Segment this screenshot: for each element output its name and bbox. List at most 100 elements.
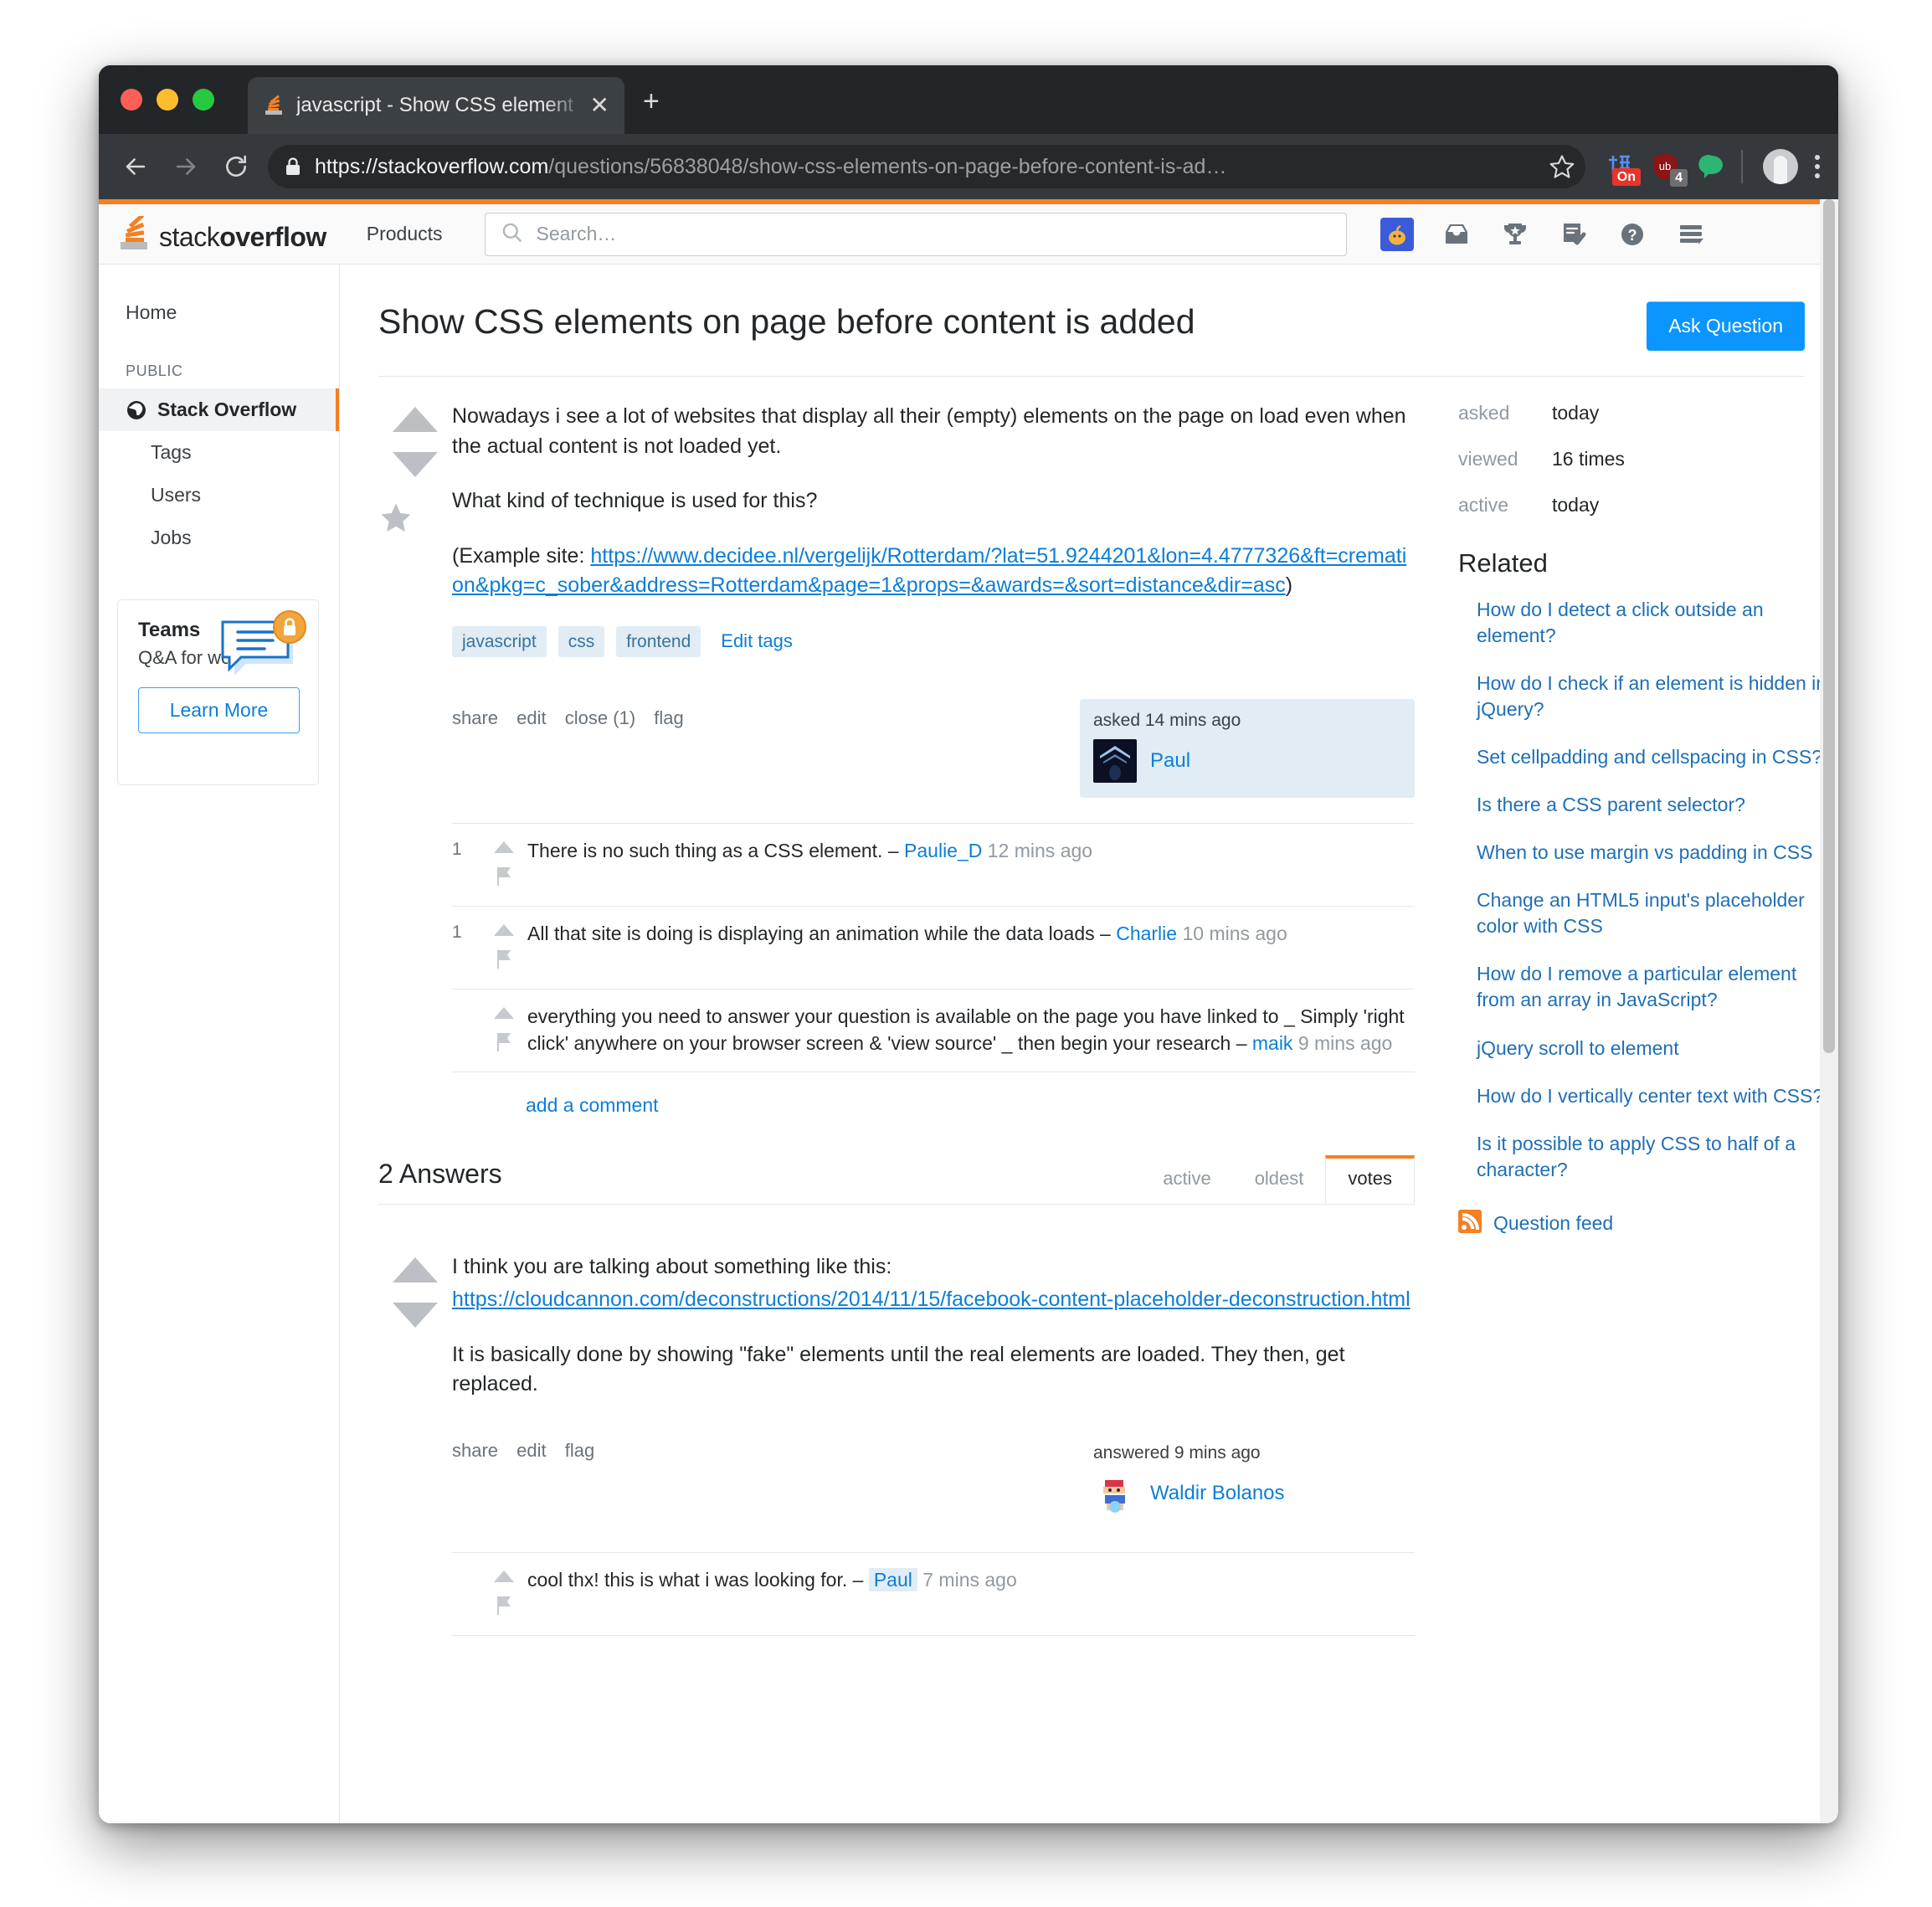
comment-score <box>452 1003 480 1056</box>
tab-active[interactable]: active <box>1141 1156 1232 1205</box>
page-body: Home PUBLIC Stack Overflow Tags Users Jo… <box>99 265 1838 1823</box>
teams-illustration-icon <box>216 610 310 691</box>
answer-actions: share edit flag <box>452 1432 1080 1462</box>
review-icon[interactable] <box>1558 218 1590 250</box>
browser-tab[interactable]: javascript - Show CSS element ✕ <box>248 77 624 134</box>
close-link[interactable]: close (1) <box>565 707 635 728</box>
nav-products[interactable]: Products <box>367 223 443 245</box>
profile-avatar[interactable] <box>1763 149 1798 184</box>
comment-author[interactable]: maik <box>1252 1032 1293 1054</box>
svg-text:ub: ub <box>1659 160 1671 172</box>
minimize-window-button[interactable] <box>157 89 178 111</box>
related-link[interactable]: Is it possible to apply CSS to half of a… <box>1458 1131 1838 1205</box>
downvote-icon[interactable] <box>393 1302 438 1328</box>
search-input[interactable]: Search… <box>484 212 1347 256</box>
site-logo[interactable]: stackoverflow <box>117 213 326 253</box>
logo-text-light: stack <box>159 221 220 252</box>
bookmark-star-icon[interactable] <box>1539 153 1585 180</box>
avatar[interactable] <box>1093 738 1137 783</box>
grammar-extension-icon[interactable]: On <box>1604 152 1641 186</box>
related-link[interactable]: How do I vertically center text with CSS… <box>1458 1083 1838 1131</box>
page-scrollbar[interactable] <box>1820 199 1838 1823</box>
comment-author[interactable]: Charlie <box>1116 923 1177 944</box>
help-icon[interactable]: ? <box>1616 218 1648 250</box>
user-avatar-tile[interactable] <box>1380 217 1414 251</box>
downvote-icon[interactable] <box>393 452 438 477</box>
comment-upvote-icon[interactable] <box>493 1006 515 1024</box>
flag-link[interactable]: flag <box>654 707 683 728</box>
answer-meta: share edit flag answered 9 mins ago Wald… <box>452 1432 1415 1530</box>
tab-votes[interactable]: votes <box>1325 1154 1415 1205</box>
trophy-icon[interactable] <box>1499 218 1531 250</box>
tab-oldest[interactable]: oldest <box>1233 1156 1326 1205</box>
related-link[interactable]: Set cellpadding and cellspacing in CSS? <box>1458 744 1838 792</box>
comment-author[interactable]: Paul <box>868 1567 917 1591</box>
comment-flag-icon[interactable] <box>495 1596 513 1620</box>
comment-flag-icon[interactable] <box>495 1032 513 1056</box>
comment-upvote-icon[interactable] <box>493 923 515 941</box>
question-owner-name[interactable]: Paul <box>1150 749 1190 773</box>
close-window-button[interactable] <box>121 89 142 111</box>
flag-link[interactable]: flag <box>565 1440 594 1461</box>
tag-css[interactable]: css <box>558 625 605 657</box>
ublock-origin-extension-icon[interactable]: ub 4 <box>1651 152 1688 187</box>
back-icon[interactable] <box>117 148 154 185</box>
green-bubble-extension-icon[interactable] <box>1698 152 1726 181</box>
upvote-icon[interactable] <box>393 407 438 432</box>
comment-score: 1 <box>452 922 462 942</box>
cloudcannon-link[interactable]: https://cloudcannon.com/deconstructions/… <box>452 1288 1410 1311</box>
scrollbar-thumb[interactable] <box>1823 199 1835 1053</box>
tag-javascript[interactable]: javascript <box>452 625 547 657</box>
comment-time: 9 mins ago <box>1292 1031 1393 1054</box>
reload-icon[interactable] <box>218 148 254 185</box>
related-link[interactable]: How do I remove a particular element fro… <box>1458 961 1838 1035</box>
learn-more-button[interactable]: Learn More <box>138 687 300 733</box>
page-viewport: stackoverflow Products Search… ? Home PU… <box>99 199 1838 1823</box>
question-actions: share edit close (1) flag <box>452 699 1080 729</box>
sidebar-item-jobs[interactable]: Jobs <box>99 517 339 559</box>
inbox-icon[interactable] <box>1441 218 1472 250</box>
related-heading: Related <box>1458 548 1548 578</box>
related-link[interactable]: How do I check if an element is hidden i… <box>1458 671 1838 744</box>
avatar[interactable] <box>1093 1471 1137 1515</box>
tab-close-icon[interactable]: ✕ <box>590 94 609 117</box>
share-link[interactable]: share <box>452 1440 498 1461</box>
question-feed-link[interactable]: Question feed <box>1458 1209 1838 1237</box>
related-link[interactable]: When to use margin vs padding in CSS <box>1458 840 1838 887</box>
related-link[interactable]: Change an HTML5 input's placeholder colo… <box>1458 887 1838 961</box>
tag-frontend[interactable]: frontend <box>616 625 701 657</box>
related-link[interactable]: How do I detect a click outside an eleme… <box>1458 597 1838 671</box>
comment-flag-icon[interactable] <box>495 866 513 891</box>
favorite-star-icon[interactable] <box>378 501 452 540</box>
comment-body: All that site is doing is displaying an … <box>527 922 1117 944</box>
related-link[interactable]: jQuery scroll to element <box>1458 1036 1838 1083</box>
share-link[interactable]: share <box>452 707 498 728</box>
sidebar-item-home[interactable]: Home <box>99 293 339 332</box>
stat-label: viewed <box>1458 448 1518 470</box>
edit-tags-link[interactable]: Edit tags <box>721 630 793 652</box>
comment-flag-icon[interactable] <box>495 949 513 974</box>
related-link[interactable]: Is there a CSS parent selector? <box>1458 792 1838 840</box>
upvote-icon[interactable] <box>393 1257 438 1282</box>
sidebar-item-users[interactable]: Users <box>99 474 339 517</box>
forward-icon[interactable] <box>167 148 204 185</box>
example-site-link[interactable]: https://www.decidee.nl/vergelijk/Rotterd… <box>452 544 1406 598</box>
comment-author[interactable]: Paulie_D <box>904 840 982 861</box>
address-bar[interactable]: https://stackoverflow.com/questions/5683… <box>268 145 1585 188</box>
add-comment-link[interactable]: add a comment <box>452 1072 1415 1117</box>
comment-upvote-icon[interactable] <box>493 840 515 858</box>
question-answers-column: Nowadays i see a lot of websites that di… <box>378 377 1445 1636</box>
question-asked-time: asked 14 mins ago <box>1093 710 1241 730</box>
new-tab-button[interactable]: + <box>643 87 660 116</box>
comment-upvote-icon[interactable] <box>493 1570 515 1587</box>
maximize-window-button[interactable] <box>193 89 214 111</box>
browser-menu-icon[interactable] <box>1815 155 1820 178</box>
answer-owner-name[interactable]: Waldir Bolanos <box>1150 1482 1285 1505</box>
site-switcher-icon[interactable] <box>1675 218 1707 250</box>
edit-link[interactable]: edit <box>516 707 546 728</box>
ask-question-button[interactable]: Ask Question <box>1647 301 1805 351</box>
sidebar-section-public: PUBLIC <box>126 362 183 379</box>
sidebar-item-tags[interactable]: Tags <box>99 431 339 474</box>
edit-link[interactable]: edit <box>516 1440 546 1461</box>
sidebar-item-stack-overflow[interactable]: Stack Overflow <box>99 388 339 431</box>
